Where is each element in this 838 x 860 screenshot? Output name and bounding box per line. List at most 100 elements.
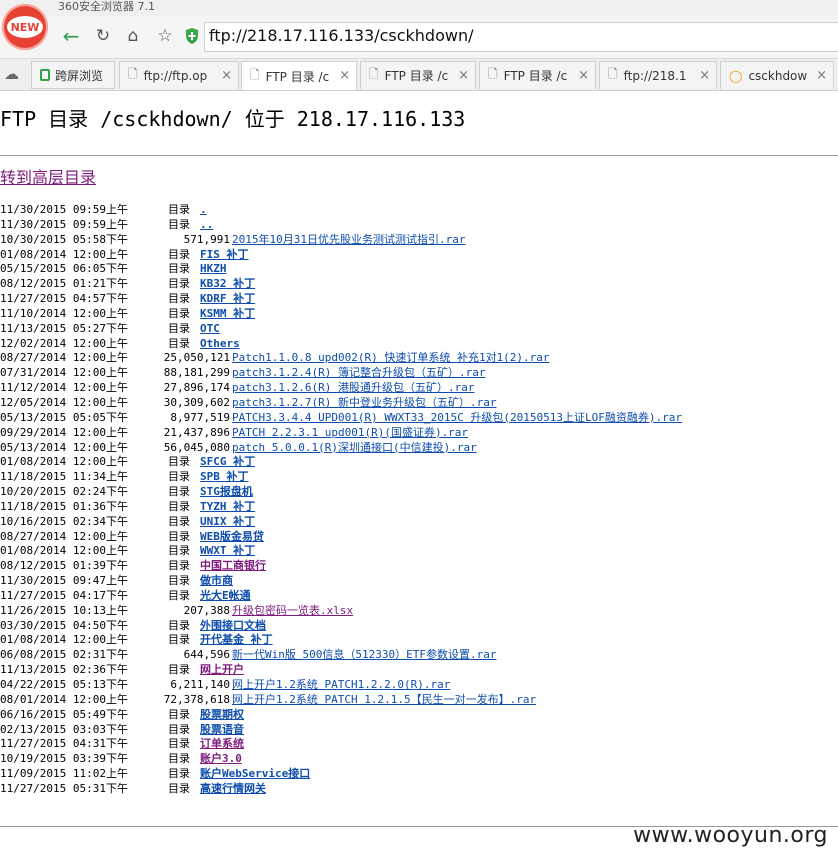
file-link[interactable]: 新一代Win版 500信息（512330）ETF参数设置.rar — [232, 648, 496, 662]
list-item: 11/12/2014 12:00上午 27,896,174 patch3.1.2.6… — [0, 381, 838, 396]
file-link[interactable]: patch3.1.2.7(R) 新中登业务升级包（五矿）.rar — [232, 396, 496, 410]
entry-date: 11/13/2015 05:27下午 — [0, 321, 128, 335]
entry-size: 25,050,121 — [163, 351, 230, 365]
folder-link[interactable]: STG报盘机 — [200, 485, 253, 499]
folder-link[interactable]: Others — [200, 337, 240, 351]
folder-link[interactable]: FIS 补丁 — [200, 248, 249, 262]
entry-type: 目录 — [168, 707, 190, 721]
close-icon[interactable]: × — [578, 68, 589, 83]
tab-ftp-dir-3[interactable]: 🗋 FTP 目录 /c × — [479, 61, 596, 89]
folder-link[interactable]: KSMM 补丁 — [200, 307, 255, 321]
folder-link[interactable]: SFCG 补丁 — [200, 455, 255, 469]
back-arrow-icon[interactable]: ← — [58, 23, 84, 49]
folder-link[interactable]: HKZH — [200, 262, 227, 276]
security-shield-icon[interactable] — [184, 27, 200, 45]
list-item: 11/27/2015 04:57下午 目录 KDRF 补丁 — [0, 292, 838, 307]
folder-link[interactable]: 开代基金 补丁 — [200, 633, 273, 647]
folder-link[interactable]: SPB 补丁 — [200, 470, 249, 484]
tab-cross-screen[interactable]: 跨屏浏览 — [31, 61, 115, 89]
file-link[interactable]: patch 5.0.0.1(R)深圳通接口(中信建投).rar — [232, 441, 477, 455]
tab-ftp-ip[interactable]: 🗋 ftp://218.1 × — [599, 61, 717, 89]
folder-link[interactable]: UNIX 补丁 — [200, 515, 255, 529]
page-title: FTP 目录 /csckhdown/ 位于 218.17.116.133 — [0, 107, 466, 131]
close-icon[interactable]: × — [339, 68, 350, 83]
tab-ftp-dir-active[interactable]: 🗋 FTP 目录 /c × — [241, 61, 357, 90]
divider — [0, 155, 838, 156]
entry-type: 目录 — [168, 737, 190, 751]
page-icon: 🗋 — [488, 67, 498, 81]
entry-type: 目录 — [168, 663, 190, 677]
browser-logo-icon[interactable]: NEW — [2, 4, 48, 50]
folder-link[interactable]: 做市商 — [200, 574, 233, 588]
entry-date: 10/30/2015 05:58下午 — [0, 232, 128, 246]
parent-directory-link[interactable]: 转到高层目录 — [0, 164, 96, 188]
folder-link[interactable]: 光大E帐通 — [200, 589, 251, 603]
list-item: 12/02/2014 12:00上午 目录 Others — [0, 337, 838, 352]
folder-link[interactable]: 中国工商银行 — [200, 559, 266, 573]
folder-link[interactable]: KDRF 补丁 — [200, 292, 255, 306]
tab-ftp-dir-2[interactable]: 🗋 FTP 目录 /c × — [360, 61, 476, 89]
folder-link[interactable]: WEB版金易贷 — [200, 530, 264, 544]
folder-link[interactable]: TYZH 补丁 — [200, 500, 255, 514]
file-link[interactable]: Patch1.1.0.8 upd002(R) 快速订单系统 补充1对1(2).r… — [232, 351, 550, 365]
address-input[interactable]: ftp://218.17.116.133/csckhdown/ — [209, 26, 473, 45]
tab-label: ftp://ftp.op — [143, 68, 208, 83]
entry-date: 06/16/2015 05:49下午 — [0, 707, 128, 721]
file-link[interactable]: PATCH3.3.4.4 UPD001(R) WWXT33_2015C 升级包(… — [232, 411, 682, 425]
folder-link[interactable]: 账户WebService接口 — [200, 767, 310, 781]
close-icon[interactable]: × — [699, 68, 710, 83]
list-item: 01/08/2014 12:00上午 目录 WWXT 补丁 — [0, 544, 838, 559]
folder-link[interactable]: WWXT 补丁 — [200, 544, 255, 558]
list-item: 11/27/2015 05:31下午 目录 高速行情网关 — [0, 782, 838, 797]
close-icon[interactable]: × — [816, 68, 827, 83]
tab-ftp-op[interactable]: 🗋 ftp://ftp.op × — [119, 61, 239, 89]
file-link[interactable]: 网上开户1.2系统 PATCH 1.2.1.5【民生一对一发布】.rar — [232, 693, 536, 707]
file-link[interactable]: 网上开户1.2系统 PATCH1.2.2.0(R).rar — [232, 678, 450, 692]
home-icon[interactable]: ⌂ — [120, 23, 146, 49]
entry-date: 06/08/2015 02:31下午 — [0, 648, 128, 662]
entry-date: 12/05/2014 12:00上午 — [0, 395, 128, 409]
entry-date: 11/27/2015 04:31下午 — [0, 737, 128, 751]
folder-link[interactable]: 高速行情网关 — [200, 782, 266, 796]
folder-link[interactable]: 网上开户 — [200, 663, 244, 677]
folder-link[interactable]: . — [200, 203, 207, 217]
close-icon[interactable]: × — [221, 68, 232, 83]
list-item: 04/22/2015 05:13下午 6,211,140 网上开户1.2系统 PAT… — [0, 678, 838, 693]
list-item: 11/30/2015 09:59上午 目录.. — [0, 218, 838, 233]
address-bar[interactable]: ftp://218.17.116.133/csckhdown/ — [204, 22, 838, 52]
folder-link[interactable]: 账户3.0 — [200, 752, 242, 766]
entry-date: 10/16/2015 02:34下午 — [0, 514, 128, 528]
reload-icon[interactable]: ↻ — [90, 23, 116, 49]
file-link[interactable]: patch3.1.2.4(R) 簿记整合升级包（五矿）.rar — [232, 366, 485, 380]
app-title: 360安全浏览器 7.1 — [58, 0, 155, 13]
entry-date: 11/12/2014 12:00上午 — [0, 381, 128, 395]
entry-size: 30,309,602 — [163, 395, 230, 409]
list-item: 11/27/2015 04:31下午 目录 订单系统 — [0, 737, 838, 752]
folder-link[interactable]: 订单系统 — [200, 737, 244, 751]
star-icon[interactable]: ☆ — [152, 23, 178, 49]
list-item: 10/16/2015 02:34下午 目录 UNIX 补丁 — [0, 515, 838, 530]
entry-type: 目录 — [168, 247, 190, 261]
file-link[interactable]: 2015年10月31日优先股业务测试测试指引.rar — [232, 233, 465, 247]
list-item: 03/30/2015 04:50下午 目录 外围接口文档 — [0, 619, 838, 634]
folder-link[interactable]: 股票期权 — [200, 708, 244, 722]
cloud-icon[interactable]: ☁ — [4, 65, 19, 83]
tab-label: csckhdow — [748, 68, 808, 83]
close-icon[interactable]: × — [458, 68, 469, 83]
folder-link[interactable]: KB32 补丁 — [200, 277, 255, 291]
file-link[interactable]: patch3.1.2.6(R) 港股通升级包（五矿）.rar — [232, 381, 474, 395]
tab-search[interactable]: ◯ csckhdow × — [720, 61, 834, 89]
folder-link[interactable]: OTC — [200, 322, 220, 336]
tab-label: FTP 目录 /c — [503, 69, 568, 83]
tab-label: FTP 目录 /c — [384, 69, 449, 83]
list-item: 05/15/2015 06:05下午 目录 HKZH — [0, 262, 838, 277]
page-icon: 🗋 — [128, 67, 138, 81]
folder-link[interactable]: 外围接口文档 — [200, 619, 266, 633]
folder-link[interactable]: .. — [200, 218, 213, 232]
folder-link[interactable]: 股票语音 — [200, 723, 244, 737]
tab-label: FTP 目录 /c — [265, 69, 330, 84]
file-link[interactable]: 升级包密码一览表.xlsx — [232, 604, 353, 618]
entry-date: 11/30/2015 09:47上午 — [0, 574, 128, 588]
file-link[interactable]: PATCH 2.2.3.1 upd001(R)(国盛证券).rar — [232, 426, 468, 440]
list-item: 11/30/2015 09:47上午 目录 做市商 — [0, 574, 838, 589]
